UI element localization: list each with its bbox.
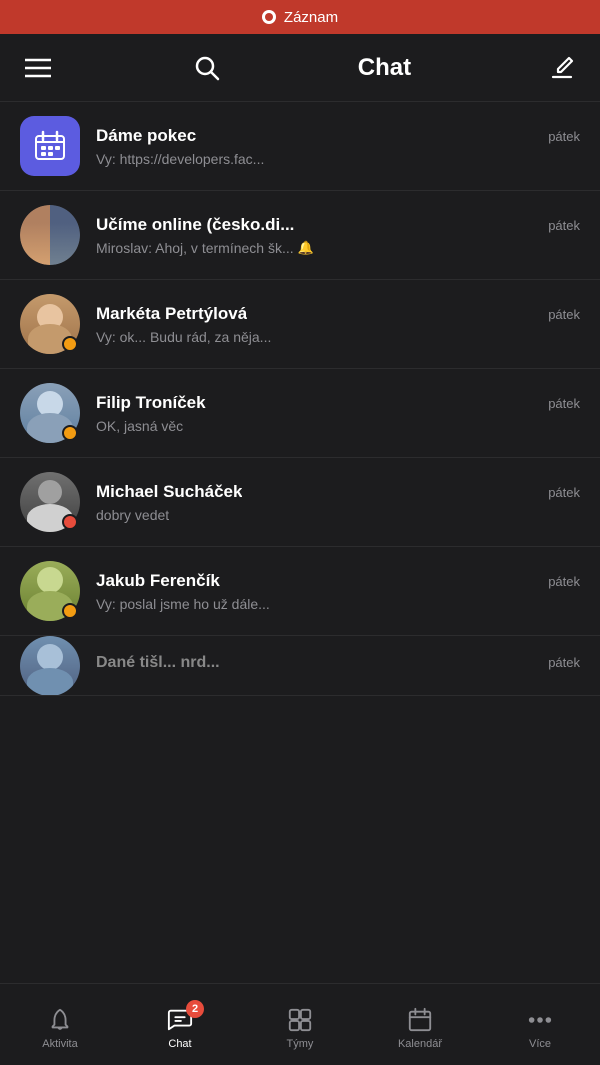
avatar-marketa [20, 294, 80, 354]
chat-preview: OK, jasná věc [96, 418, 183, 434]
header: Chat [0, 34, 600, 102]
chat-preview: Miroslav: Ahoj, v termínech šk... [96, 240, 294, 256]
nav-icon-kalendar [406, 1006, 434, 1034]
nav-item-aktivita[interactable]: Aktivita [10, 1000, 110, 1050]
chat-time: pátek [548, 129, 580, 144]
page-title: Chat [358, 54, 411, 82]
nav-item-vice[interactable]: Více [490, 1000, 590, 1050]
chat-item-partial[interactable]: Dané tišl... nrd... pátek [0, 636, 600, 696]
avatar-jakub [20, 561, 80, 621]
avatar-ucime-online [20, 205, 80, 265]
chat-item-marketa[interactable]: Markéta Petrtýlová pátek Vy: ok... Budu … [0, 280, 600, 369]
chat-content-ucime-online: Učíme online (česko.di... pátek Miroslav… [96, 215, 580, 256]
chat-time: pátek [548, 396, 580, 411]
chat-content-filip: Filip Troníček pátek OK, jasná věc [96, 393, 580, 434]
search-button[interactable] [189, 50, 225, 86]
menu-button[interactable] [20, 50, 56, 86]
nav-icon-vice [526, 1006, 554, 1034]
compose-button[interactable] [544, 50, 580, 86]
chat-name: Michael Sucháček [96, 482, 242, 502]
chat-item-filip[interactable]: Filip Troníček pátek OK, jasná věc [0, 369, 600, 458]
nav-label-chat: Chat [168, 1038, 191, 1050]
nav-icon-aktivita [46, 1006, 74, 1034]
chat-time: pátek [548, 574, 580, 589]
status-bar: Záznam [0, 0, 600, 34]
avatar-dame-pokec [20, 116, 80, 176]
avatar-michael [20, 472, 80, 532]
mute-icon: 🔔 [298, 240, 314, 256]
avatar-filip [20, 383, 80, 443]
status-badge-red [62, 514, 78, 530]
chat-badge: 2 [186, 1000, 204, 1018]
status-badge-orange [62, 603, 78, 619]
nav-label-vice: Více [529, 1038, 551, 1050]
bottom-nav: Aktivita 2 Chat Týmy [0, 983, 600, 1065]
nav-label-aktivita: Aktivita [42, 1038, 77, 1050]
nav-item-kalendar[interactable]: Kalendář [370, 1000, 470, 1050]
nav-label-kalendar: Kalendář [398, 1038, 442, 1050]
nav-icon-tymy [286, 1006, 314, 1034]
chat-item-michael[interactable]: Michael Sucháček pátek dobry vedet [0, 458, 600, 547]
status-badge-orange [62, 336, 78, 352]
chat-content-partial: Dané tišl... nrd... pátek [96, 654, 580, 677]
record-icon [262, 10, 276, 24]
chat-name: Učíme online (česko.di... [96, 215, 294, 235]
nav-item-chat[interactable]: 2 Chat [130, 1000, 230, 1050]
chat-time: pátek [548, 218, 580, 233]
status-label: Záznam [284, 9, 338, 26]
chat-content-michael: Michael Sucháček pátek dobry vedet [96, 482, 580, 523]
chat-preview: Vy: poslal jsme ho už dále... [96, 596, 270, 612]
chat-content-jakub: Jakub Ferenčík pátek Vy: poslal jsme ho … [96, 571, 580, 612]
avatar-partial [20, 636, 80, 696]
nav-icon-chat: 2 [166, 1006, 194, 1034]
calendar-icon [407, 1007, 433, 1033]
chat-preview: Vy: ok... Budu rád, za něja... [96, 329, 271, 345]
chat-content-dame-pokec: Dáme pokec pátek Vy: https://developers.… [96, 126, 580, 167]
chat-name: Markéta Petrtýlová [96, 304, 247, 324]
chat-item-ucime-online[interactable]: Učíme online (česko.di... pátek Miroslav… [0, 191, 600, 280]
chat-name: Jakub Ferenčík [96, 571, 220, 591]
more-icon [527, 1007, 553, 1033]
chat-name: Dáme pokec [96, 126, 196, 146]
chat-name: Filip Troníček [96, 393, 206, 413]
chat-item-dame-pokec[interactable]: Dáme pokec pátek Vy: https://developers.… [0, 102, 600, 191]
bell-icon [47, 1007, 73, 1033]
chat-time: pátek [548, 485, 580, 500]
status-badge-orange [62, 425, 78, 441]
chat-content-marketa: Markéta Petrtýlová pátek Vy: ok... Budu … [96, 304, 580, 345]
chat-name: Dané tišl... nrd... [96, 654, 220, 672]
chat-list: Dáme pokec pátek Vy: https://developers.… [0, 102, 600, 983]
chat-time: pátek [548, 655, 580, 670]
nav-label-tymy: Týmy [287, 1038, 314, 1050]
teams-icon [287, 1007, 313, 1033]
nav-item-tymy[interactable]: Týmy [250, 1000, 350, 1050]
chat-preview: Vy: https://developers.fac... [96, 151, 264, 167]
chat-item-jakub[interactable]: Jakub Ferenčík pátek Vy: poslal jsme ho … [0, 547, 600, 636]
chat-preview: dobry vedet [96, 507, 169, 523]
chat-time: pátek [548, 307, 580, 322]
